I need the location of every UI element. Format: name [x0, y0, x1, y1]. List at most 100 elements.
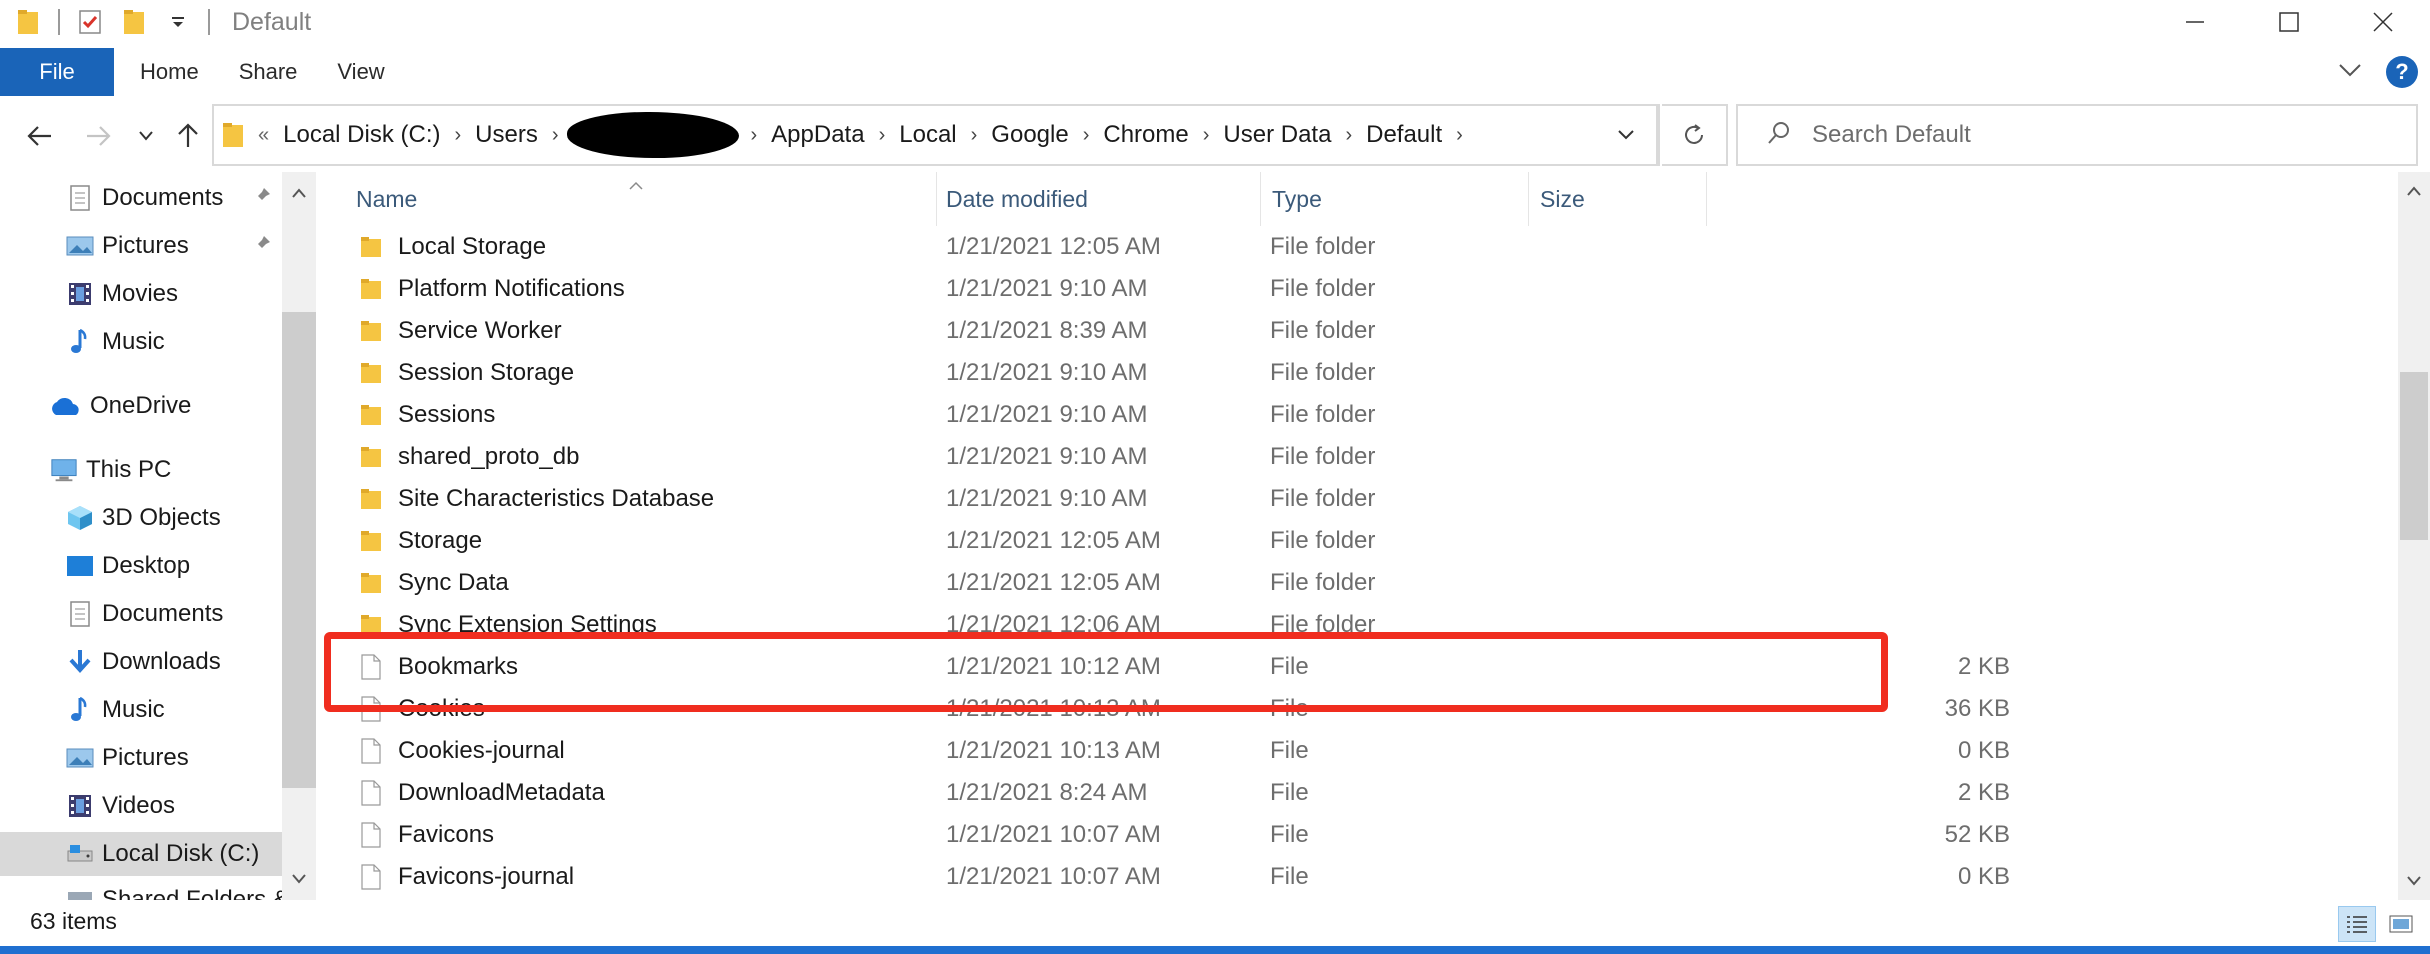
- breadcrumb-separator-icon[interactable]: ›: [1456, 124, 1463, 147]
- redacted-username: [566, 112, 739, 158]
- file-name: Platform Notifications: [398, 275, 625, 302]
- nav-item-label: This PC: [86, 456, 172, 483]
- tab-file[interactable]: File: [0, 48, 114, 96]
- folder-icon: [360, 604, 384, 646]
- tab-home[interactable]: Home: [140, 59, 199, 85]
- nav-pane-scroll-thumb[interactable]: [282, 312, 316, 788]
- onedrive-cloud-icon: [48, 392, 82, 420]
- navigation-bar: « Local Disk (C:) › Users › › AppData › …: [0, 100, 2430, 170]
- breadcrumb-default[interactable]: Default: [1366, 121, 1442, 149]
- pin-icon[interactable]: [252, 234, 272, 259]
- nav-item-label: Movies: [102, 280, 179, 307]
- minimize-button[interactable]: [2148, 0, 2242, 44]
- nav-pane-scrollbar[interactable]: [282, 172, 316, 900]
- file-row[interactable]: DownloadMetadata 1/21/2021 8:24 AM File 2 K…: [318, 772, 2158, 814]
- column-header-size[interactable]: Size: [1528, 172, 1706, 226]
- file-row[interactable]: Service Worker 1/21/2021 8:39 AM File fold…: [318, 310, 2158, 352]
- address-bar[interactable]: « Local Disk (C:) › Users › › AppData › …: [212, 104, 1660, 166]
- scroll-down-arrow-icon[interactable]: [2406, 874, 2422, 892]
- file-row[interactable]: Sync Extension Settings 1/21/2021 12:06 A…: [318, 604, 2158, 646]
- breadcrumb-overflow-icon[interactable]: «: [258, 124, 269, 147]
- expand-ribbon-chevron-icon[interactable]: [2338, 62, 2362, 83]
- file-row[interactable]: Favicons-journal 1/21/2021 10:07 AM File 0 …: [318, 856, 2158, 898]
- nav-item-local-disk[interactable]: Local Disk (C:): [0, 832, 282, 876]
- nav-item-documents-pc[interactable]: Documents: [66, 592, 223, 636]
- file-row[interactable]: Session Storage 1/21/2021 9:10 AM File fol…: [318, 352, 2158, 394]
- file-row[interactable]: Favicons 1/21/2021 10:07 AM File 52 KB: [318, 814, 2158, 856]
- file-list-scroll-thumb[interactable]: [2400, 372, 2428, 540]
- search-input[interactable]: Search Default: [1736, 104, 2418, 166]
- breadcrumb-appdata[interactable]: AppData: [771, 121, 864, 149]
- address-history-dropdown[interactable]: [1596, 106, 1658, 164]
- file-row[interactable]: Cookies 1/21/2021 10:13 AM File 36 KB: [318, 688, 2158, 730]
- up-button[interactable]: [168, 116, 208, 156]
- breadcrumb-google[interactable]: Google: [991, 121, 1068, 149]
- new-folder-icon[interactable]: [118, 6, 150, 38]
- nav-item-this-pc[interactable]: This PC: [50, 448, 171, 492]
- column-header-type[interactable]: Type: [1260, 172, 1528, 226]
- details-view-button[interactable]: [2338, 906, 2376, 942]
- nav-item-pictures[interactable]: Pictures: [66, 224, 189, 268]
- breadcrumb-separator-icon[interactable]: ›: [879, 124, 886, 147]
- scroll-down-arrow-icon[interactable]: [291, 872, 307, 890]
- file-row[interactable]: Sessions 1/21/2021 9:10 AM File folder: [318, 394, 2158, 436]
- breadcrumb-separator-icon[interactable]: ›: [971, 124, 978, 147]
- file-row[interactable]: Storage 1/21/2021 12:05 AM File folder: [318, 520, 2158, 562]
- back-button[interactable]: [20, 116, 60, 156]
- nav-item-music[interactable]: Music: [66, 320, 165, 364]
- scroll-up-arrow-icon[interactable]: [291, 186, 307, 204]
- file-type: File folder: [1270, 569, 1376, 596]
- file-date-modified: 1/21/2021 10:13 AM: [946, 695, 1161, 722]
- nav-item-movies[interactable]: Movies: [66, 272, 178, 316]
- file-row[interactable]: Bookmarks 1/21/2021 10:12 AM File 2 KB: [318, 646, 2158, 688]
- file-type: File folder: [1270, 401, 1376, 428]
- file-size: 36 KB: [1944, 695, 2010, 722]
- nav-item-videos[interactable]: Videos: [66, 784, 175, 828]
- column-divider[interactable]: [1706, 172, 1707, 226]
- nav-item-desktop[interactable]: Desktop: [66, 544, 190, 588]
- column-header-name[interactable]: Name: [318, 172, 936, 226]
- breadcrumb-chrome[interactable]: Chrome: [1103, 121, 1188, 149]
- breadcrumb-separator-icon[interactable]: ›: [1083, 124, 1090, 147]
- nav-item-downloads[interactable]: Downloads: [66, 640, 221, 684]
- breadcrumb-separator-icon[interactable]: ›: [1203, 124, 1210, 147]
- nav-item-music-pc[interactable]: Music: [66, 688, 165, 732]
- file-row[interactable]: shared_proto_db 1/21/2021 9:10 AM File fol…: [318, 436, 2158, 478]
- file-list-scrollbar[interactable]: [2398, 172, 2430, 900]
- refresh-button[interactable]: [1662, 104, 1728, 166]
- file-row[interactable]: Sync Data 1/21/2021 12:05 AM File folder: [318, 562, 2158, 604]
- customize-toolbar-icon[interactable]: [162, 6, 194, 38]
- tab-view[interactable]: View: [337, 59, 384, 85]
- large-icons-view-button[interactable]: [2382, 906, 2420, 942]
- forward-button[interactable]: [78, 116, 118, 156]
- scroll-up-arrow-icon[interactable]: [2406, 184, 2422, 202]
- breadcrumb-local[interactable]: Local: [899, 121, 956, 149]
- breadcrumb-separator-icon[interactable]: ›: [552, 124, 559, 147]
- file-name: shared_proto_db: [398, 443, 580, 470]
- help-icon[interactable]: ?: [2386, 56, 2418, 88]
- file-row[interactable]: Site Characteristics Database 1/21/2021 9…: [318, 478, 2158, 520]
- file-icon: [360, 688, 384, 730]
- file-row[interactable]: Platform Notifications 1/21/2021 9:10 AM F…: [318, 268, 2158, 310]
- nav-item-3d-objects[interactable]: 3D Objects: [66, 496, 221, 540]
- properties-icon[interactable]: [74, 6, 106, 38]
- tab-share[interactable]: Share: [239, 59, 298, 85]
- breadcrumb-user-data[interactable]: User Data: [1223, 121, 1331, 149]
- breadcrumb-separator-icon[interactable]: ›: [751, 124, 758, 147]
- maximize-button[interactable]: [2242, 0, 2336, 44]
- breadcrumb-separator-icon[interactable]: ›: [1345, 124, 1352, 147]
- nav-item-documents[interactable]: Documents: [66, 176, 223, 220]
- file-row[interactable]: Local Storage 1/21/2021 12:05 AM File fold…: [318, 226, 2158, 268]
- nav-item-onedrive[interactable]: OneDrive: [48, 384, 191, 428]
- file-type: File folder: [1270, 275, 1376, 302]
- breadcrumb-users[interactable]: Users: [475, 121, 538, 149]
- recent-locations-chevron-icon[interactable]: [128, 116, 164, 156]
- breadcrumb-local-disk[interactable]: Local Disk (C:): [283, 121, 440, 149]
- breadcrumb-separator-icon[interactable]: ›: [454, 124, 461, 147]
- close-button[interactable]: [2336, 0, 2430, 44]
- pin-icon[interactable]: [252, 186, 272, 211]
- column-header-date-modified[interactable]: Date modified: [936, 172, 1260, 226]
- nav-item-pictures-pc[interactable]: Pictures: [66, 736, 189, 780]
- file-row[interactable]: Cookies-journal 1/21/2021 10:13 AM File 0 K…: [318, 730, 2158, 772]
- nav-item-shared-folders[interactable]: Shared Folders &: [66, 878, 289, 900]
